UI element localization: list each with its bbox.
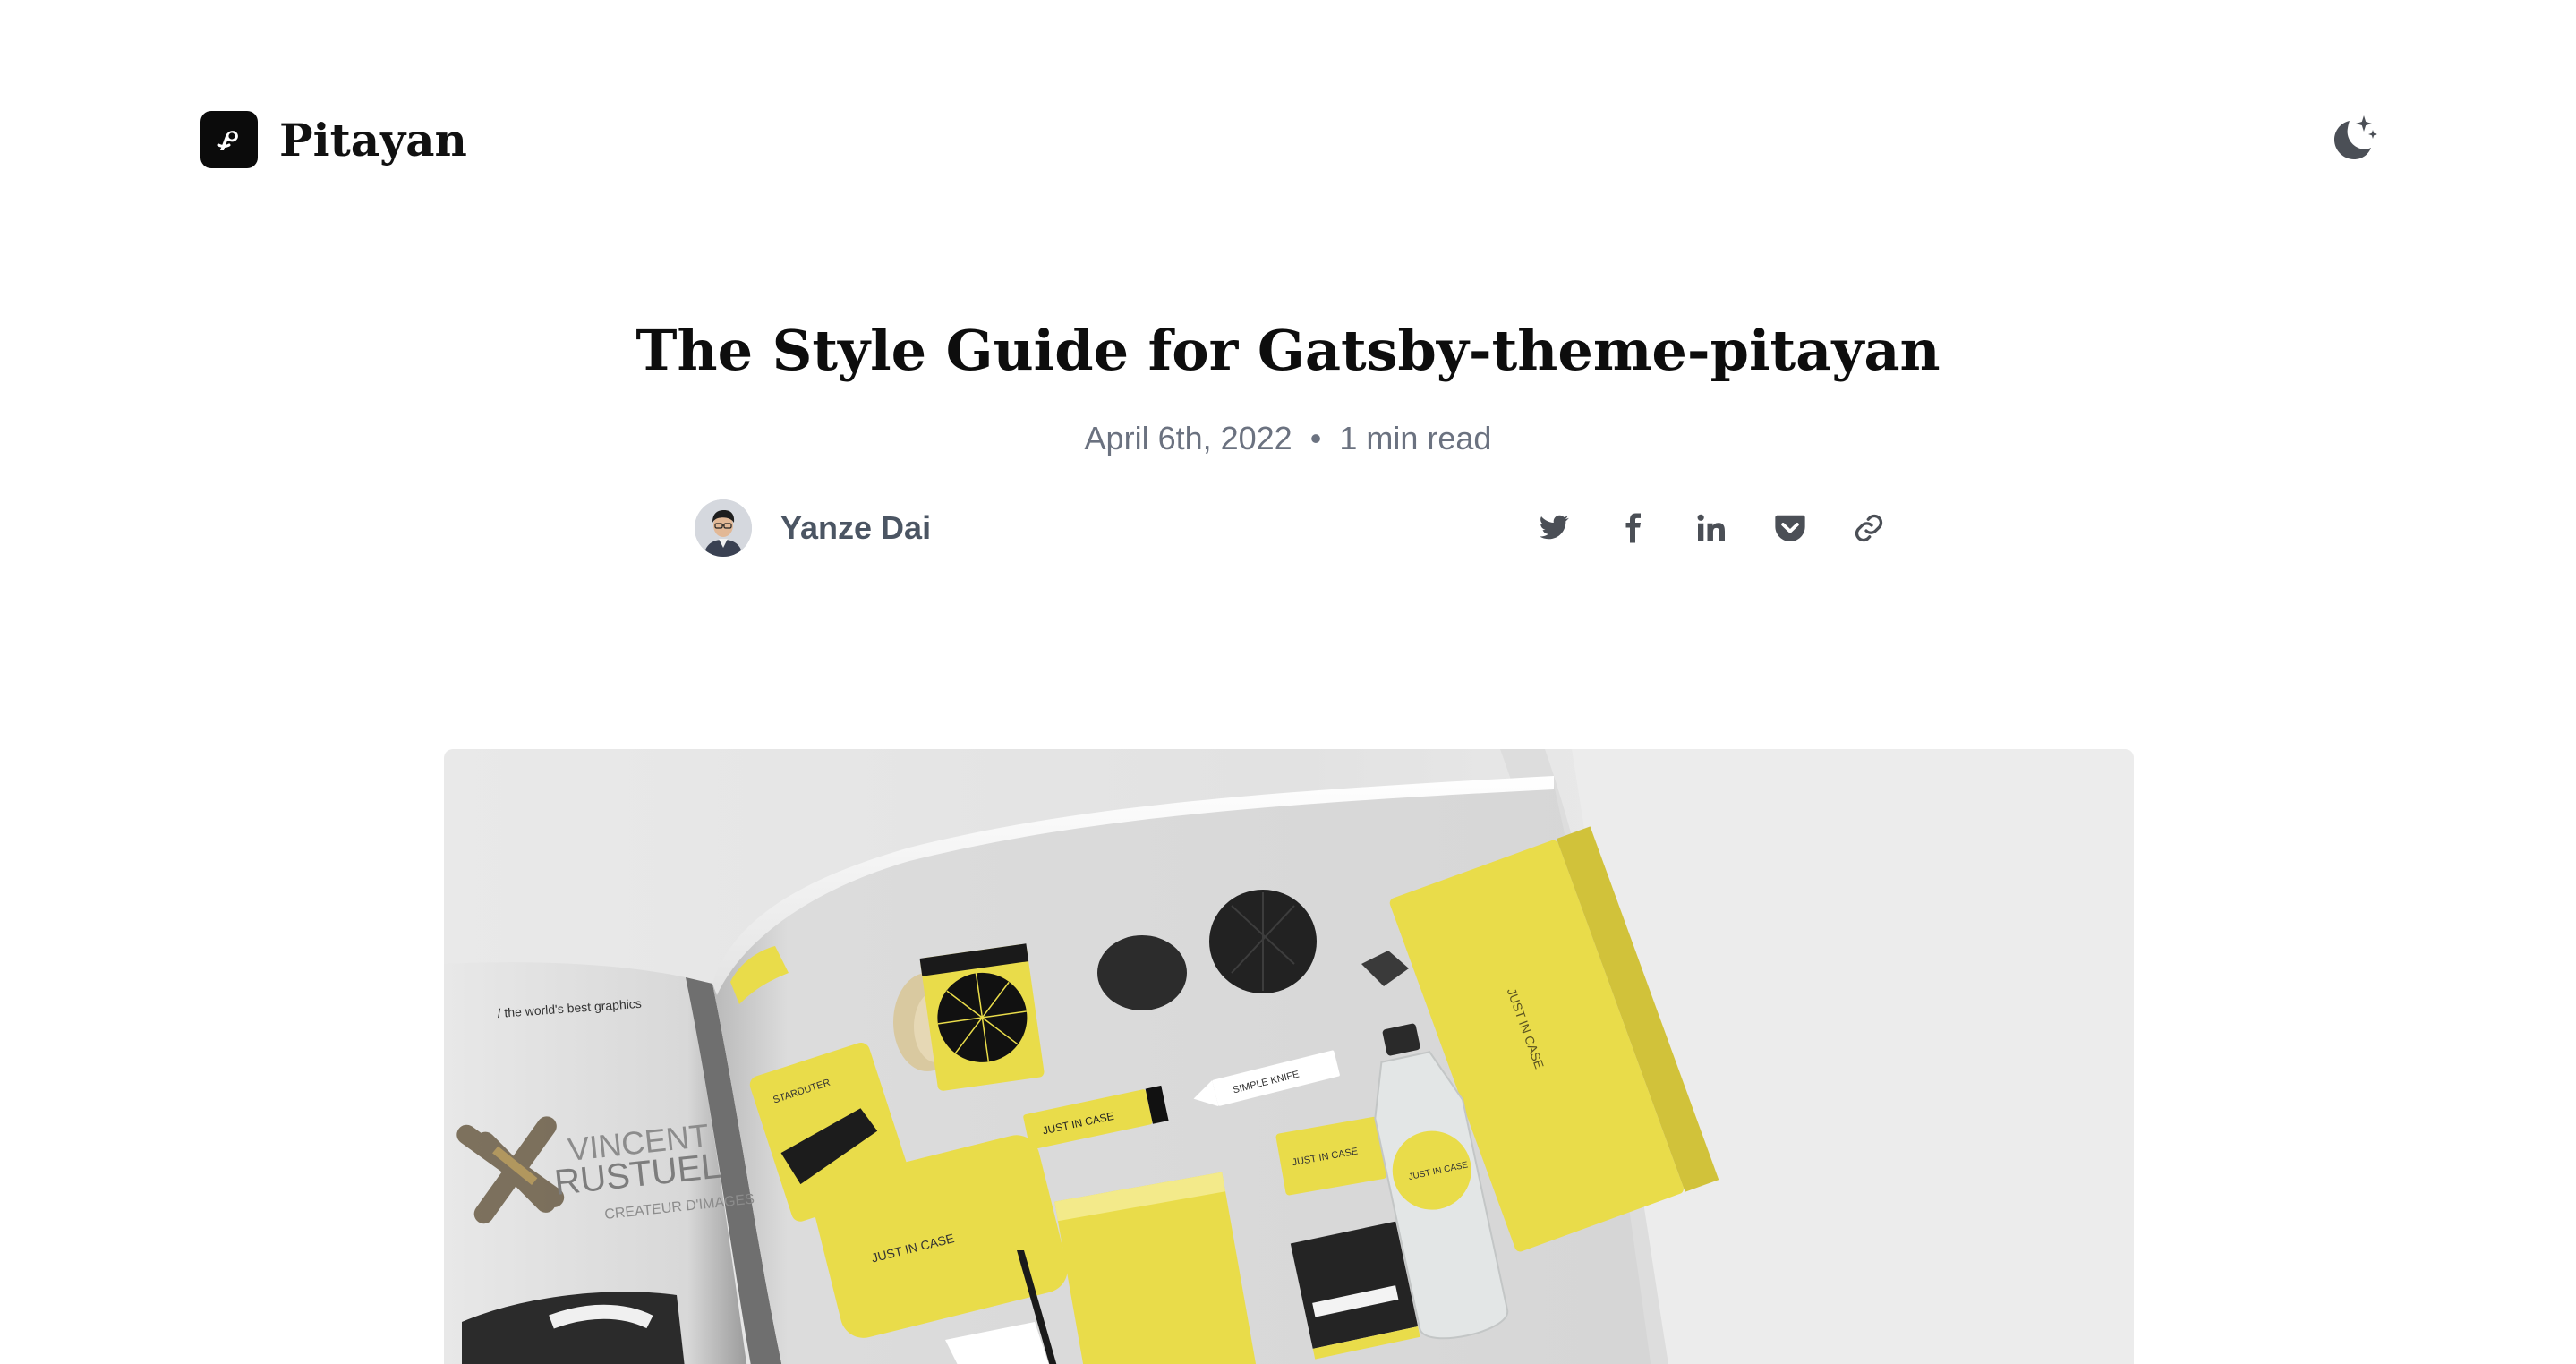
author-avatar [695,499,752,557]
author-name: Yanze Dai [780,509,932,546]
moon-stars-icon [2334,115,2377,159]
post-title: The Style Guide for Gatsby-theme-pitayan [635,318,1941,383]
theme-toggle-button[interactable] [2320,109,2383,172]
brand-name: Pitayan [279,113,467,166]
pocket-icon [1775,515,1805,542]
twitter-icon [1539,515,1569,540]
meta-separator: • [1309,420,1322,456]
linkedin-icon [1697,514,1725,541]
share-pocket-button[interactable] [1769,507,1812,550]
hero-image: / the world's best graphics VINCENT RUST… [444,749,2134,1364]
post-date: April 6th, 2022 [1084,420,1292,456]
share-twitter-button[interactable] [1532,507,1575,550]
copy-link-button[interactable] [1847,507,1890,550]
brand-link[interactable]: Pitayan [200,111,467,168]
post-read-time: 1 min read [1339,420,1492,456]
author[interactable]: Yanze Dai [695,499,931,557]
share-buttons [1532,507,1890,550]
facebook-icon [1625,513,1641,543]
pitayan-logo-icon [200,111,258,168]
post-meta: April 6th, 2022 • 1 min read [0,417,2576,460]
share-linkedin-button[interactable] [1690,507,1733,550]
share-facebook-button[interactable] [1611,507,1654,550]
link-icon [1855,514,1883,542]
page: Pitayan The Style Guide for Gatsby-theme… [0,0,2576,1364]
